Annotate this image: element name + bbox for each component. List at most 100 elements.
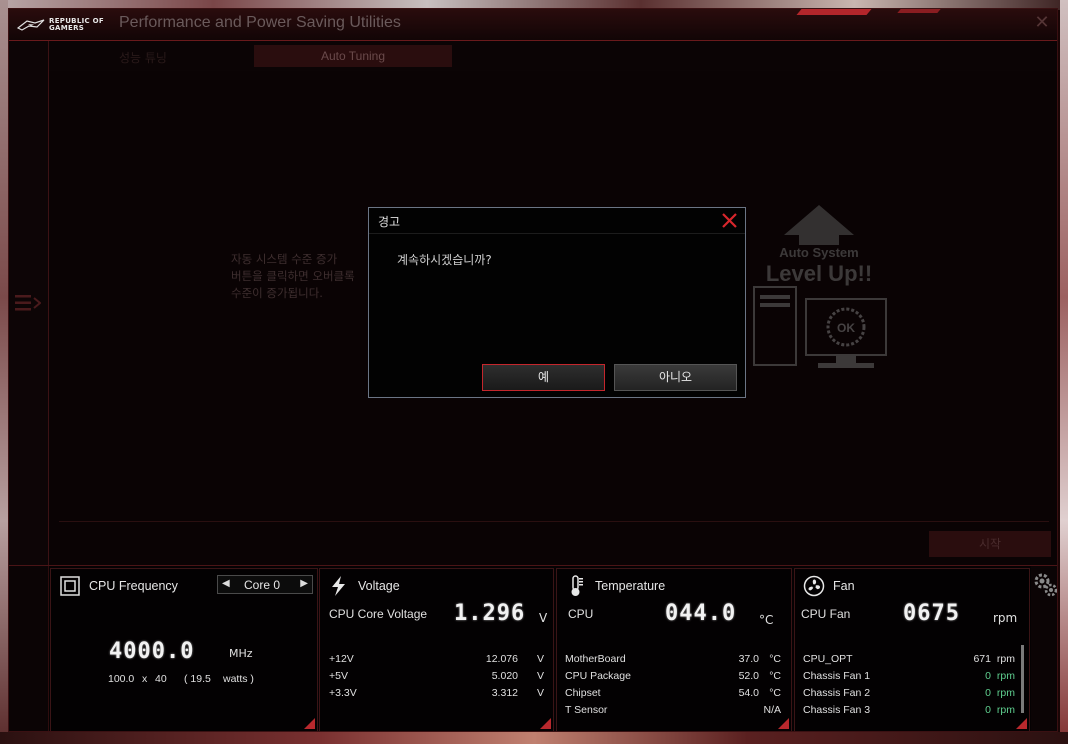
- temperature-panel[interactable]: Temperature CPU 044.0 °C MotherBoard 37.…: [556, 568, 792, 731]
- settings-gear-icon[interactable]: [1033, 572, 1058, 598]
- logo-text: REPUBLIC OF GAMERS: [49, 17, 104, 32]
- voltage-row-label: +3.3V: [329, 687, 357, 699]
- fan-row-unit: rpm: [996, 687, 1015, 699]
- core-next-icon[interactable]: ▶: [300, 578, 308, 589]
- watts-value: ( 19.5: [184, 673, 211, 685]
- menu-expand-icon[interactable]: [15, 293, 41, 313]
- title-accent-secondary: [897, 9, 941, 13]
- voltage-row: +5V 5.020 V: [329, 670, 544, 682]
- temperature-row: MotherBoard 37.0 °C: [565, 653, 781, 665]
- desktop-background-right: [1060, 0, 1068, 744]
- voltage-panel[interactable]: Voltage CPU Core Voltage 1.296 V +12V 12…: [319, 568, 554, 731]
- voltage-title: Voltage: [358, 579, 400, 593]
- voltage-row-value: 3.312: [491, 687, 518, 699]
- panel-expand-corner[interactable]: [304, 718, 315, 729]
- temperature-row-label: T Sensor: [565, 704, 608, 716]
- fan-list-scrollbar[interactable]: [1021, 645, 1024, 713]
- temperature-row-label: MotherBoard: [565, 653, 626, 665]
- fan-row: Chassis Fan 2 0 rpm: [803, 687, 1019, 699]
- cpu-fan-label: CPU Fan: [801, 607, 851, 621]
- cpu-core-voltage-label: CPU Core Voltage: [329, 607, 428, 621]
- voltage-row-label: +5V: [329, 670, 348, 682]
- temperature-row-unit: °C: [769, 687, 781, 699]
- fan-icon: [803, 575, 825, 597]
- fan-row-value: 0: [985, 687, 991, 699]
- voltage-row: +3.3V 3.312 V: [329, 687, 544, 699]
- temperature-row-unit: °C: [769, 670, 781, 682]
- multiply-sign: x: [142, 673, 148, 685]
- start-button[interactable]: 시작: [929, 531, 1051, 557]
- voltage-row-unit: V: [536, 670, 544, 682]
- cpu-core-voltage-value: 1.296: [454, 601, 526, 626]
- tab-bar: 성능 튜닝 Auto Tuning: [49, 41, 1057, 71]
- tab-auto-tuning[interactable]: Auto Tuning: [254, 45, 452, 67]
- panel-expand-corner[interactable]: [540, 718, 551, 729]
- cpu-frequency-value: 4000.0: [109, 639, 195, 664]
- fan-row-unit: rpm: [996, 653, 1015, 665]
- description-line: 자동 시스템 수준 증가: [231, 252, 338, 266]
- no-button[interactable]: 아니오: [614, 364, 737, 391]
- cpu-frequency-unit: MHz: [229, 647, 253, 660]
- fan-title: Fan: [833, 579, 855, 593]
- cpu-fan-unit: rpm: [993, 611, 1018, 625]
- fan-row-label: Chassis Fan 1: [803, 670, 871, 682]
- temperature-row-value: 52.0: [738, 670, 759, 682]
- fan-row-label: Chassis Fan 2: [803, 687, 871, 699]
- thermometer-icon: [571, 575, 583, 596]
- panel-expand-corner[interactable]: [1016, 718, 1027, 729]
- graphic-line1: Auto System: [779, 245, 858, 260]
- app-title: Performance and Power Saving Utilities: [119, 14, 401, 31]
- cpu-temp-value: 044.0: [665, 601, 737, 626]
- tab-performance[interactable]: 성능 튜닝: [119, 49, 167, 66]
- title-bar[interactable]: REPUBLIC OF GAMERS Performance and Power…: [9, 9, 1057, 41]
- description-text: 자동 시스템 수준 증가 버튼을 클릭하면 오버클록 수준이 증가됩니다.: [231, 251, 355, 302]
- cpu-frequency-panel[interactable]: CPU Frequency ◀ Core 0 ▶ 4000.0 MHz 100.…: [50, 568, 318, 731]
- temperature-row-label: Chipset: [565, 687, 601, 699]
- desktop-background-bottom: [0, 732, 1068, 744]
- dialog-close-icon[interactable]: [721, 212, 738, 229]
- cpu-core-voltage-unit: V: [539, 611, 548, 625]
- cpu-temp-label: CPU: [568, 607, 594, 621]
- left-sidebar: [9, 41, 49, 565]
- dialog-message: 계속하시겠습니까?: [397, 253, 492, 267]
- temperature-row: Chipset 54.0 °C: [565, 687, 781, 699]
- temperature-row-value: 37.0: [738, 653, 759, 665]
- fan-row-value: 0: [985, 670, 991, 682]
- content-divider: [59, 521, 1049, 522]
- monitor-right-spacer: [1031, 566, 1058, 731]
- cpu-fan-value: 0675: [903, 601, 960, 626]
- temperature-title: Temperature: [595, 579, 666, 593]
- dialog-title-bar[interactable]: 경고: [369, 208, 745, 234]
- core-selector-value: Core 0: [244, 578, 281, 592]
- fan-row-value: 671: [973, 653, 991, 665]
- monitor-bar: CPU Frequency ◀ Core 0 ▶ 4000.0 MHz 100.…: [9, 565, 1058, 731]
- description-line: 수준이 증가됩니다.: [231, 286, 323, 300]
- lightning-icon: [332, 576, 345, 596]
- voltage-row-value: 5.020: [491, 670, 518, 682]
- temperature-row-value: 54.0: [738, 687, 759, 699]
- fan-row-label: CPU_OPT: [803, 653, 853, 665]
- voltage-row-label: +12V: [329, 653, 354, 665]
- cpu-chip-icon: [60, 576, 80, 596]
- temperature-row-label: CPU Package: [565, 670, 631, 682]
- fan-row-unit: rpm: [996, 670, 1015, 682]
- monitor-left-spacer: [9, 566, 49, 731]
- voltage-row: +12V 12.076 V: [329, 653, 544, 665]
- description-line: 버튼을 클릭하면 오버클록: [231, 269, 355, 283]
- core-selector[interactable]: ◀ Core 0 ▶: [217, 575, 313, 594]
- cpu-frequency-title: CPU Frequency: [89, 579, 178, 593]
- auto-level-up-graphic: Auto System Level Up!! OK: [753, 205, 887, 368]
- watts-unit: watts ): [223, 673, 254, 685]
- panel-expand-corner[interactable]: [778, 718, 789, 729]
- temperature-row-unit: °C: [769, 653, 781, 665]
- temperature-row: T Sensor N/A: [565, 704, 781, 716]
- title-accent: [796, 9, 872, 15]
- fan-panel[interactable]: Fan CPU Fan 0675 rpm CPU_OPT 671 rpm Cha…: [794, 568, 1030, 731]
- voltage-row-unit: V: [536, 687, 544, 699]
- yes-button[interactable]: 예: [482, 364, 605, 391]
- window-close-button[interactable]: ✕: [1033, 14, 1051, 32]
- fan-row-unit: rpm: [996, 704, 1015, 716]
- temperature-row: CPU Package 52.0 °C: [565, 670, 781, 682]
- core-prev-icon[interactable]: ◀: [222, 578, 230, 589]
- fan-row-value: 0: [985, 704, 991, 716]
